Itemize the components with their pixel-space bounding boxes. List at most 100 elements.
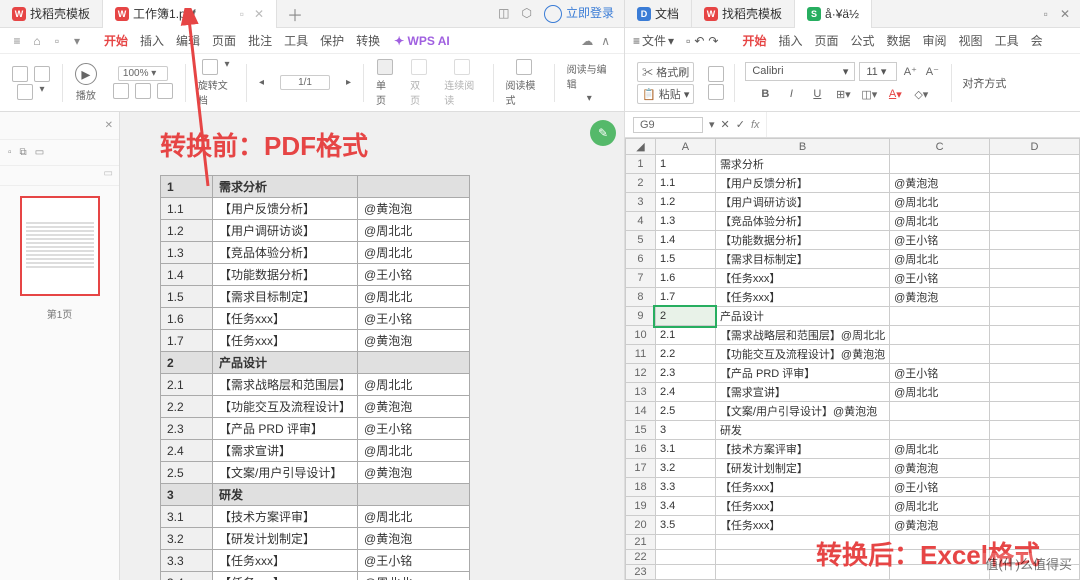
cell[interactable]: @周北北 bbox=[890, 193, 990, 212]
menu-item[interactable]: 页面 bbox=[206, 32, 242, 50]
row-header[interactable]: 9 bbox=[626, 307, 656, 326]
cell[interactable]: 1 bbox=[655, 155, 715, 174]
cell[interactable]: 3.1 bbox=[655, 440, 715, 459]
cell[interactable]: 3.5 bbox=[655, 516, 715, 535]
cell[interactable]: 2.4 bbox=[655, 383, 715, 402]
read-mode-icon[interactable] bbox=[516, 59, 532, 75]
bold-icon[interactable]: B bbox=[756, 85, 774, 103]
cell[interactable] bbox=[655, 535, 715, 550]
window-icon[interactable]: ▫ bbox=[1044, 7, 1048, 21]
cell[interactable]: @周北北 bbox=[890, 497, 990, 516]
cell[interactable]: 【任务xxx】 bbox=[715, 288, 889, 307]
cell[interactable]: 3.3 bbox=[655, 478, 715, 497]
close-icon[interactable]: ✕ bbox=[254, 7, 264, 21]
fit-icon[interactable] bbox=[113, 83, 129, 99]
clear-icon[interactable]: ◇▾ bbox=[912, 85, 930, 103]
row-header[interactable]: 6 bbox=[626, 250, 656, 269]
inc-font-icon[interactable]: A⁺ bbox=[901, 62, 919, 80]
float-action-icon[interactable]: ✎ bbox=[590, 120, 616, 146]
cell[interactable]: @王小铭 bbox=[890, 269, 990, 288]
cell[interactable]: @黄泡泡 bbox=[890, 288, 990, 307]
cell[interactable]: 1.2 bbox=[655, 193, 715, 212]
cell[interactable]: 【用户调研访谈】 bbox=[715, 193, 889, 212]
cell[interactable]: 【研发计划制定】 bbox=[715, 459, 889, 478]
readedit-label[interactable]: 阅读与编辑 bbox=[567, 61, 612, 91]
cell[interactable] bbox=[890, 307, 990, 326]
menu-item[interactable]: 视图 bbox=[953, 32, 989, 50]
cell[interactable]: @周北北 bbox=[890, 440, 990, 459]
menu-item[interactable]: 开始 bbox=[736, 32, 772, 50]
cell[interactable] bbox=[990, 269, 1080, 288]
row-header[interactable]: 12 bbox=[626, 364, 656, 383]
row-header[interactable]: 20 bbox=[626, 516, 656, 535]
font-color-icon[interactable]: A▾ bbox=[886, 85, 904, 103]
cell[interactable] bbox=[890, 326, 990, 345]
row-header[interactable]: 10 bbox=[626, 326, 656, 345]
prev-icon[interactable]: ◂ bbox=[259, 77, 264, 88]
select-icon[interactable] bbox=[34, 66, 50, 82]
zoom-select[interactable]: 100% ▾ bbox=[118, 66, 168, 81]
cut-icon[interactable] bbox=[708, 66, 724, 82]
cell[interactable] bbox=[990, 459, 1080, 478]
save-icon[interactable]: ▫ bbox=[48, 32, 66, 50]
menu-item[interactable]: 会 bbox=[1025, 32, 1049, 50]
fill-icon[interactable]: ◫▾ bbox=[860, 85, 878, 103]
cell[interactable]: 2.2 bbox=[655, 345, 715, 364]
cell[interactable]: 产品设计 bbox=[715, 307, 889, 326]
row-header[interactable]: 15 bbox=[626, 421, 656, 440]
menu-item[interactable]: 转换 bbox=[350, 32, 386, 50]
file-menu[interactable]: ≡ 文件 ▾ bbox=[633, 32, 674, 49]
cont-icon[interactable] bbox=[454, 59, 470, 75]
cell[interactable]: @周北北 bbox=[890, 250, 990, 269]
single-page-icon[interactable] bbox=[377, 59, 393, 75]
cell[interactable]: @周北北 bbox=[890, 383, 990, 402]
menu-item[interactable]: 公式 bbox=[845, 32, 881, 50]
cell[interactable]: 需求分析 bbox=[715, 155, 889, 174]
column-header[interactable]: C bbox=[890, 139, 990, 155]
document-tab[interactable]: W找稻壳模板 bbox=[692, 0, 795, 28]
cell[interactable]: 【任务xxx】 bbox=[715, 497, 889, 516]
cell[interactable]: @黄泡泡 bbox=[890, 516, 990, 535]
cell[interactable]: 【用户反馈分析】 bbox=[715, 174, 889, 193]
login-link[interactable]: 立即登录 bbox=[544, 4, 614, 23]
cell[interactable]: 1.6 bbox=[655, 269, 715, 288]
cell[interactable] bbox=[655, 565, 715, 580]
cell[interactable] bbox=[990, 497, 1080, 516]
row-header[interactable]: 18 bbox=[626, 478, 656, 497]
cell[interactable]: 研发 bbox=[715, 421, 889, 440]
tab-menu-icon[interactable]: ▫ bbox=[240, 7, 244, 21]
cell[interactable] bbox=[655, 550, 715, 565]
menu-item[interactable]: 插入 bbox=[772, 32, 808, 50]
crop-icon[interactable] bbox=[135, 83, 151, 99]
document-tab[interactable]: D文档 bbox=[625, 0, 692, 28]
cell[interactable]: 【任务xxx】 bbox=[715, 269, 889, 288]
document-tab[interactable]: Så·¥ä½ bbox=[795, 0, 872, 28]
row-header[interactable]: 21 bbox=[626, 535, 656, 550]
cell[interactable] bbox=[990, 421, 1080, 440]
cell[interactable]: @周北北 bbox=[890, 212, 990, 231]
cell[interactable] bbox=[990, 307, 1080, 326]
cell[interactable] bbox=[990, 516, 1080, 535]
cell[interactable] bbox=[990, 155, 1080, 174]
cell[interactable] bbox=[990, 402, 1080, 421]
dec-font-icon[interactable]: A⁻ bbox=[923, 62, 941, 80]
cell[interactable] bbox=[990, 364, 1080, 383]
new-tab-button[interactable]: ＋ bbox=[277, 2, 313, 26]
note-icon[interactable]: ▭ bbox=[104, 168, 113, 179]
cell[interactable] bbox=[990, 345, 1080, 364]
cell[interactable]: @黄泡泡 bbox=[890, 459, 990, 478]
copy-icon[interactable] bbox=[17, 84, 33, 100]
menu-item[interactable]: 工具 bbox=[989, 32, 1025, 50]
width-icon[interactable] bbox=[157, 83, 173, 99]
cell[interactable] bbox=[890, 345, 990, 364]
row-header[interactable]: 14 bbox=[626, 402, 656, 421]
row-header[interactable]: 5 bbox=[626, 231, 656, 250]
cell[interactable]: 3 bbox=[655, 421, 715, 440]
cell[interactable]: 1.1 bbox=[655, 174, 715, 193]
cell[interactable]: 【竞品体验分析】 bbox=[715, 212, 889, 231]
rotate-icon[interactable] bbox=[202, 59, 218, 75]
row-header[interactable]: 3 bbox=[626, 193, 656, 212]
row-header[interactable]: 23 bbox=[626, 565, 656, 580]
cell[interactable]: @王小铭 bbox=[890, 231, 990, 250]
row-header[interactable]: 7 bbox=[626, 269, 656, 288]
